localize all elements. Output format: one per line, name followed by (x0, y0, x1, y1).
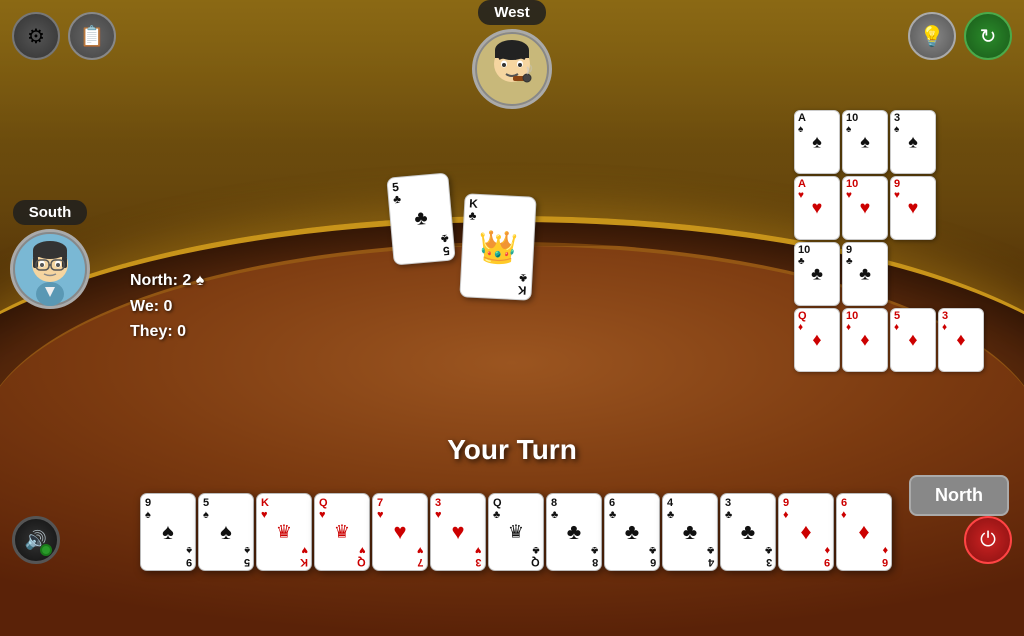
west-player: West (472, 0, 552, 109)
your-turn-label: Your Turn (447, 434, 577, 466)
trick-card-9h: 9 ♥ ♥ (890, 176, 936, 240)
trick-row-4: Q ♦ ♦ 10 ♦ ♦ 5 ♦ ♦ 3 ♦ ♦ (794, 308, 1014, 372)
hand-card-6c[interactable]: 6♣ ♣ 6♣ (604, 493, 660, 571)
north-button[interactable]: North (909, 475, 1009, 516)
hand-card-8c[interactable]: 8♣ ♣ 8♣ (546, 493, 602, 571)
hand-card-6d[interactable]: 6♦ ♦ 6♦ (836, 493, 892, 571)
south-player-avatar (10, 229, 90, 309)
refresh-button[interactable]: ↻ (964, 12, 1012, 60)
trick-card-10d: 10 ♦ ♦ (842, 308, 888, 372)
hand-card-4c[interactable]: 4♣ ♣ 4♣ (662, 493, 718, 571)
score-panel: North: 2 ♠ We: 0 They: 0 (130, 268, 204, 345)
south-player: South (10, 200, 90, 309)
west-player-label: West (478, 0, 546, 25)
hand-card-7h[interactable]: 7♥ ♥ 7♥ (372, 493, 428, 571)
trick-row-2: A ♥ ♥ 10 ♥ ♥ 9 ♥ ♥ (794, 176, 1014, 240)
sound-button[interactable]: 🔊 (12, 516, 60, 564)
top-right-toolbar: 💡 ↻ (908, 12, 1012, 60)
top-left-toolbar: ⚙ 📋 (12, 12, 116, 60)
settings-button[interactable]: ⚙ (12, 12, 60, 60)
trick-card-3d: 3 ♦ ♦ (938, 308, 984, 372)
trick-card-ah: A ♥ ♥ (794, 176, 840, 240)
hand-card-3h[interactable]: 3♥ ♥ 3♥ (430, 493, 486, 571)
hand-card-5s[interactable]: 5♠ ♠ 5♠ (198, 493, 254, 571)
trick-card-10c: 10 ♣ ♣ (794, 242, 840, 306)
played-card-kclubs: K♣ 👑 K♣ (459, 193, 536, 301)
player-hand: 9♠ ♠ 9♠ 5♠ ♠ 5♠ K♥ ♛ K♥ Q♥ ♛ Q♥ 7♥ ♥ 7♥ … (140, 493, 824, 571)
bottom-left-toolbar: 🔊 (12, 516, 60, 564)
hand-card-3c[interactable]: 3♣ ♣ 3♣ (720, 493, 776, 571)
trick-card-5d: 5 ♦ ♦ (890, 308, 936, 372)
power-button[interactable]: ⏻ (964, 516, 1012, 564)
hand-card-kh[interactable]: K♥ ♛ K♥ (256, 493, 312, 571)
sound-control: 🔊 (12, 516, 60, 564)
trick-card-10h: 10 ♥ ♥ (842, 176, 888, 240)
trick-card-9c: 9 ♣ ♣ (842, 242, 888, 306)
trick-card-3s: 3 ♠ ♠ (890, 110, 936, 174)
hand-card-qh[interactable]: Q♥ ♛ Q♥ (314, 493, 370, 571)
they-score: They: 0 (130, 319, 204, 345)
hand-card-9s[interactable]: 9♠ ♠ 9♠ (140, 493, 196, 571)
table-cards-area: 5♣ ♣ 5♣ K♣ 👑 K♣ (390, 175, 534, 299)
sound-status-indicator (40, 544, 52, 556)
west-player-avatar (472, 29, 552, 109)
notes-button[interactable]: 📋 (68, 12, 116, 60)
trick-row-3: 10 ♣ ♣ 9 ♣ ♣ (794, 242, 1014, 306)
trick-row-1: A ♠ ♠ 10 ♠ ♠ 3 ♠ ♠ (794, 110, 1014, 174)
trick-card-10s: 10 ♠ ♠ (842, 110, 888, 174)
hand-card-qc[interactable]: Q♣ ♛ Q♣ (488, 493, 544, 571)
played-card-5clubs: 5♣ ♣ 5♣ (386, 172, 455, 265)
hand-card-9d[interactable]: 9♦ ♦ 9♦ (778, 493, 834, 571)
trick-card-as: A ♠ ♠ (794, 110, 840, 174)
bid-score: North: 2 ♠ (130, 268, 204, 294)
south-player-label: South (13, 200, 88, 225)
we-score: We: 0 (130, 294, 204, 320)
lamp-icon: 💡 (908, 12, 956, 60)
trick-card-qd: Q ♦ ♦ (794, 308, 840, 372)
trick-cards-area: A ♠ ♠ 10 ♠ ♠ 3 ♠ ♠ A ♥ ♥ 10 ♥ ♥ 9 ♥ ♥ (794, 110, 1014, 374)
